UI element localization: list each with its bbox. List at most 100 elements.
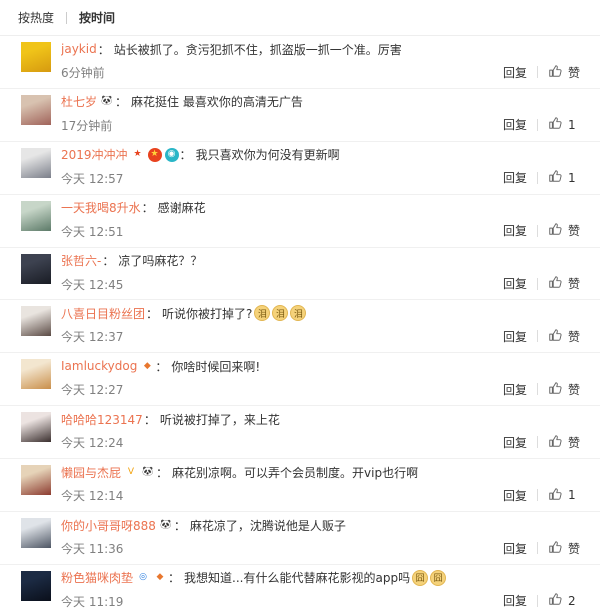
username-link[interactable]: Iamluckydog bbox=[61, 359, 137, 373]
action-divider bbox=[537, 542, 538, 555]
username-link[interactable]: 张哲六- bbox=[61, 252, 101, 269]
user-avatar[interactable] bbox=[21, 465, 51, 496]
user-badge-icon: ◆ bbox=[153, 570, 168, 585]
sort-by-hot-tab[interactable]: 按热度 bbox=[18, 9, 54, 26]
like-count: 2 bbox=[568, 593, 576, 608]
username-link[interactable]: 八喜日目粉丝团 bbox=[61, 305, 145, 322]
user-avatar[interactable] bbox=[21, 412, 51, 443]
comment-line: 粉色猫咪肉垫 ◎ ◆：我想知道...有什么能代替麻花影视的app吗囧囧 bbox=[61, 569, 592, 587]
comment-actions: 回复 1 bbox=[503, 487, 582, 503]
reply-button[interactable]: 回复 bbox=[503, 434, 527, 451]
comment-timestamp: 6分钟前 bbox=[61, 66, 105, 80]
user-avatar[interactable] bbox=[21, 147, 51, 178]
user-avatar[interactable] bbox=[21, 518, 51, 549]
comment-actions: 回复 2 bbox=[503, 593, 582, 609]
user-avatar[interactable] bbox=[21, 306, 51, 337]
like-count: 1 bbox=[568, 488, 576, 503]
comment-item: 你的小哥哥呀888 🐼：麻花凉了，沈腾说他是人贩子 今天 11:36 回复 赞 bbox=[0, 512, 600, 565]
like-button[interactable]: 赞 bbox=[548, 328, 582, 345]
user-avatar[interactable] bbox=[21, 42, 51, 72]
like-button[interactable]: 赞 bbox=[548, 434, 582, 451]
comment-text: 麻花挺住 最喜欢你的高清无广告 bbox=[131, 95, 303, 110]
comment-item: jaykid：站长被抓了。贪污犯抓不住，抓盗版一抓一个准。厉害 6分钟前 回复 赞 bbox=[0, 36, 600, 89]
like-button[interactable]: 1 bbox=[548, 487, 582, 504]
user-badge-icon: 🐼 bbox=[158, 518, 173, 533]
thumbs-up-icon bbox=[548, 540, 562, 557]
user-avatar[interactable] bbox=[21, 253, 51, 284]
comment-actions: 回复 赞 bbox=[503, 434, 582, 450]
username-link[interactable]: 一天我喝8升水 bbox=[61, 199, 141, 216]
like-button[interactable]: 赞 bbox=[548, 275, 582, 292]
comment-timestamp: 17分钟前 bbox=[61, 118, 113, 133]
user-badge-icon: ★ bbox=[147, 147, 162, 162]
comment-line: 八喜日目粉丝团：听说你被打掉了? 泪泪泪 bbox=[61, 304, 592, 322]
comment-line: 懒园与杰屁 V 🐼：麻花别凉啊。可以弄个会员制度。开vip也行啊 bbox=[61, 463, 592, 481]
username-link[interactable]: jaykid bbox=[61, 42, 97, 56]
reply-button[interactable]: 回复 bbox=[503, 540, 527, 557]
reply-button[interactable]: 回复 bbox=[503, 592, 527, 609]
user-avatar[interactable] bbox=[21, 200, 51, 231]
username-link[interactable]: 粉色猫咪肉垫 bbox=[61, 569, 133, 586]
username-link[interactable]: 杜七岁 bbox=[61, 93, 97, 110]
emoji-icon: 泪 bbox=[290, 305, 307, 322]
reply-button[interactable]: 回复 bbox=[503, 222, 527, 239]
like-button[interactable]: 1 bbox=[548, 116, 582, 133]
thumbs-up-icon bbox=[548, 592, 562, 609]
reply-button[interactable]: 回复 bbox=[503, 116, 527, 133]
comment-actions: 回复 赞 bbox=[503, 223, 582, 239]
sort-by-time-tab[interactable]: 按时间 bbox=[79, 9, 115, 26]
comment-item: Iamluckydog ◆：你啥时候回来啊! 今天 12:27 回复 赞 bbox=[0, 353, 600, 407]
colon-separator: ： bbox=[168, 571, 181, 586]
colon-separator: ： bbox=[146, 306, 159, 321]
comment-actions: 回复 赞 bbox=[503, 64, 582, 80]
user-avatar[interactable] bbox=[21, 359, 51, 390]
emoji-icon: 泪 bbox=[272, 305, 289, 322]
user-badge-icon: ◉ bbox=[164, 147, 179, 162]
like-button[interactable]: 2 bbox=[548, 592, 582, 609]
like-count: 赞 bbox=[568, 382, 581, 397]
comment-item: 2019冲冲冲 ★ ★ ◉：我只喜欢你为何没有更新啊 今天 12:57 回复 1 bbox=[0, 142, 600, 195]
thumbs-up-icon bbox=[548, 169, 562, 186]
user-avatar[interactable] bbox=[21, 570, 51, 601]
username-link[interactable]: 懒园与杰屁 bbox=[61, 464, 121, 481]
thumbs-up-icon bbox=[548, 328, 562, 345]
username-link[interactable]: 你的小哥哥呀888 bbox=[61, 517, 156, 534]
comment-line: 一天我喝8升水：感谢麻花 bbox=[61, 199, 592, 217]
colon-separator: ： bbox=[173, 518, 186, 533]
comment-text: 感谢麻花 bbox=[157, 201, 206, 216]
colon-separator: ： bbox=[143, 412, 156, 427]
comment-text: 你啥时候回来啊! bbox=[171, 359, 261, 374]
comment-line: jaykid：站长被抓了。贪污犯抓不住，抓盗版一抓一个准。厉害 bbox=[61, 40, 592, 58]
like-button[interactable]: 1 bbox=[548, 169, 582, 186]
like-button[interactable]: 赞 bbox=[548, 381, 582, 398]
action-divider bbox=[537, 594, 538, 607]
reply-button[interactable]: 回复 bbox=[503, 275, 527, 292]
comment-item: 一天我喝8升水：感谢麻花 今天 12:51 回复 赞 bbox=[0, 195, 600, 248]
reply-button[interactable]: 回复 bbox=[503, 381, 527, 398]
like-button[interactable]: 赞 bbox=[548, 222, 582, 239]
user-avatar[interactable] bbox=[21, 94, 51, 125]
action-divider bbox=[537, 436, 538, 449]
reply-button[interactable]: 回复 bbox=[503, 328, 527, 345]
username-link[interactable]: 哈哈哈123147 bbox=[61, 411, 143, 428]
reply-button[interactable]: 回复 bbox=[503, 64, 527, 81]
colon-separator: ： bbox=[141, 201, 154, 216]
comment-text: 我只喜欢你为何没有更新啊 bbox=[195, 148, 340, 163]
like-button[interactable]: 赞 bbox=[548, 64, 582, 81]
comment-actions: 回复 赞 bbox=[503, 381, 582, 397]
like-button[interactable]: 赞 bbox=[548, 540, 582, 557]
comment-timestamp: 今天 12:51 bbox=[61, 224, 124, 239]
comment-item: 八喜日目粉丝团：听说你被打掉了? 泪泪泪今天 12:37 回复赞 bbox=[0, 300, 600, 354]
username-link[interactable]: 2019冲冲冲 bbox=[61, 146, 128, 163]
reply-button[interactable]: 回复 bbox=[503, 487, 527, 504]
comment-text: 麻花别凉啊。可以弄个会员制度。开vip也行啊 bbox=[172, 465, 419, 480]
user-badge-icon: V bbox=[124, 465, 139, 480]
reply-button[interactable]: 回复 bbox=[503, 169, 527, 186]
comment-timestamp: 今天 11:36 bbox=[61, 542, 124, 557]
user-badge-icon: ◎ bbox=[136, 570, 151, 585]
sort-divider bbox=[66, 11, 68, 24]
colon-separator: ： bbox=[97, 42, 110, 57]
user-badge-icon: 🐼 bbox=[141, 465, 156, 480]
like-count: 赞 bbox=[568, 65, 581, 80]
emoji-icon: 泪 bbox=[254, 305, 271, 322]
